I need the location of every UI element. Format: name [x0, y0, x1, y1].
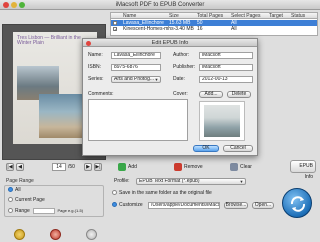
first-page-button[interactable]: |◀ — [6, 163, 14, 171]
name-label: Name: — [88, 52, 103, 58]
table-header: Name Size Total Pages Select Pages Targe… — [111, 13, 317, 19]
clear-label: Clear — [240, 164, 252, 170]
add-cover-button[interactable]: Add... — [199, 91, 223, 98]
isbn-label: ISBN: — [88, 64, 102, 70]
comments-label: Comments: — [88, 91, 114, 97]
refresh-arrows-icon — [290, 196, 306, 212]
radio-current-page-label: Current Page — [15, 197, 45, 203]
bottom-toolbar — [0, 226, 110, 242]
browse-button[interactable]: Browse... — [224, 202, 248, 209]
clear-button[interactable]: Clear — [230, 162, 252, 172]
publisher-label: Publisher: — [173, 64, 196, 70]
epub-info-button[interactable]: EPUB Info — [290, 160, 316, 180]
col-name[interactable]: Name — [123, 13, 136, 19]
publisher-field[interactable]: iMacsoft — [199, 64, 253, 71]
profile-label: Profile: — [114, 178, 130, 184]
col-target[interactable]: Target — [269, 13, 283, 19]
window-titlebar: iMacsoft PDF to EPUB Converter — [0, 0, 320, 10]
customize-label: Customize — [119, 202, 143, 208]
remove-label: Remove — [184, 164, 203, 170]
remove-button[interactable]: Remove — [174, 162, 203, 172]
dialog-titlebar: Edit EPUB Info — [83, 39, 257, 47]
range-input[interactable] — [33, 207, 56, 214]
edit-epub-info-dialog: Edit EPUB Info Name: Lavasa_Ellinchore I… — [82, 38, 258, 156]
radio-range-label: Range — [15, 208, 30, 214]
row-checkbox[interactable]: ✓ — [113, 21, 117, 26]
register-icon[interactable] — [50, 229, 61, 240]
same-folder-label: Save in the same folder as the original … — [119, 190, 212, 196]
output-path-field[interactable]: /Users/apple/Documents/iMacs — [148, 202, 220, 209]
series-select[interactable]: Arts and Photog... ▼ — [111, 76, 161, 83]
add-icon — [118, 162, 126, 171]
radio-icon — [8, 197, 13, 203]
radio-range[interactable]: Range Page e.g.(1-5) — [8, 207, 83, 214]
radio-all-label: All — [15, 187, 21, 193]
isbn-field[interactable]: 8975-6876 — [111, 64, 161, 71]
table-row[interactable]: ✓ Kinescent-Homes-mhs-3.40 MB 16 All — [111, 26, 317, 32]
profile-value: EPUB Text Format (*.epub) — [139, 178, 200, 184]
col-select-pages[interactable]: Select Pages — [231, 13, 260, 19]
open-button[interactable]: Open... — [252, 202, 274, 209]
comments-textarea[interactable] — [88, 99, 188, 141]
delete-cover-button[interactable]: Delete — [227, 91, 251, 98]
date-field[interactable]: 2012-00-13 — [199, 76, 253, 83]
row-name: Kinescent-Homes-mhs-3.40 MB — [123, 26, 194, 32]
file-list-table: Name Size Total Pages Select Pages Targe… — [110, 12, 318, 36]
row-checkbox[interactable]: ✓ — [113, 27, 117, 32]
radio-selected-icon — [8, 187, 13, 193]
cover-label: Cover: — [173, 91, 188, 97]
author-label: Author: — [173, 52, 190, 58]
prev-page-button[interactable]: ◀ — [16, 163, 24, 171]
row-total-pages: 16 — [197, 26, 203, 32]
main-window: Tres Lisbon — Brilliant in the Winter Pl… — [0, 10, 320, 242]
radio-all[interactable]: All — [8, 187, 21, 194]
total-pages-label: /50 — [68, 164, 75, 170]
chevron-down-icon: ▼ — [154, 77, 159, 82]
page-navigation: |◀ ◀ 14 /50 ▶ ▶| — [2, 162, 106, 172]
page-range-group: Page Range All Current Page Range Page e… — [2, 178, 106, 218]
clear-icon — [230, 162, 238, 171]
last-page-button[interactable]: ▶| — [94, 163, 102, 171]
radio-selected-icon — [112, 202, 117, 208]
col-total-pages[interactable]: Total Pages — [197, 13, 223, 19]
current-page-field[interactable]: 14 — [52, 163, 66, 171]
page-range-title: Page Range — [6, 178, 34, 184]
window-title: iMacsoft PDF to EPUB Converter — [115, 2, 205, 8]
remove-icon — [174, 162, 182, 171]
help-icon[interactable] — [86, 229, 97, 240]
name-field[interactable]: Lavasa_Ellinchore — [111, 52, 161, 59]
cover-image — [204, 105, 240, 137]
profile-select[interactable]: EPUB Text Format (*.epub) ▼ — [136, 178, 246, 185]
col-size[interactable]: Size — [169, 13, 179, 19]
series-label: Series: — [88, 76, 104, 82]
cover-thumbnail — [199, 101, 245, 141]
file-actions: Add Remove Clear EPUB Info — [110, 160, 318, 180]
add-button[interactable]: Add — [118, 162, 137, 172]
next-page-button[interactable]: ▶ — [84, 163, 92, 171]
ok-button[interactable]: OK — [193, 145, 219, 152]
date-label: Date: — [173, 76, 185, 82]
close-window-button[interactable] — [3, 2, 9, 8]
chevron-down-icon: ▼ — [239, 179, 244, 184]
radio-current-page[interactable]: Current Page — [8, 197, 45, 204]
dialog-close-button[interactable] — [86, 40, 91, 46]
convert-button[interactable] — [282, 188, 312, 218]
col-status[interactable]: Status — [291, 13, 305, 19]
add-label: Add — [128, 164, 137, 170]
cancel-button[interactable]: Cancel — [223, 145, 253, 152]
author-field[interactable]: iMacsoft — [199, 52, 253, 59]
row-select-pages: All — [231, 26, 237, 32]
zoom-window-button[interactable] — [19, 2, 25, 8]
radio-icon — [8, 208, 13, 214]
minimize-window-button[interactable] — [11, 2, 17, 8]
home-icon[interactable] — [14, 229, 25, 240]
radio-icon — [112, 190, 117, 196]
dialog-title: Edit EPUB Info — [151, 40, 189, 46]
same-folder-option[interactable]: Save in the same folder as the original … — [112, 190, 212, 198]
page-range-box: All Current Page Range Page e.g.(1-5) — [4, 185, 104, 217]
range-hint: Page e.g.(1-5) — [57, 208, 84, 213]
series-value: Arts and Photog... — [114, 76, 155, 82]
